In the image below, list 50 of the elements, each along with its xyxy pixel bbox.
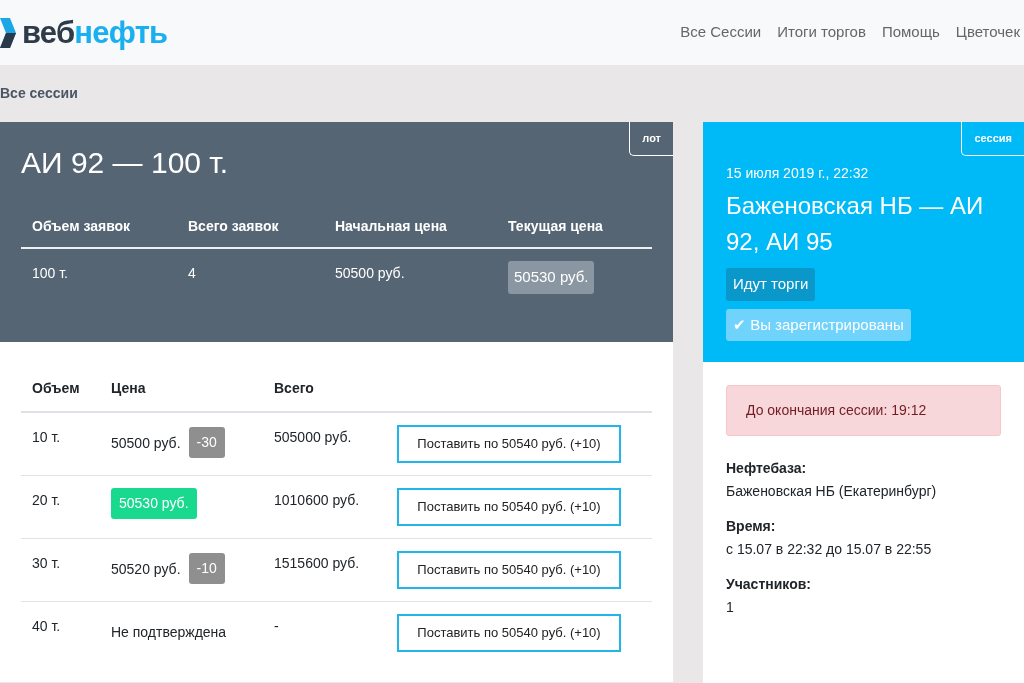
table-cell-text: 100 т.: [32, 264, 69, 283]
breadcrumb-link[interactable]: Все сессии: [0, 83, 78, 104]
table-cell-text: 50500 руб.: [111, 434, 181, 453]
nav-link[interactable]: Итоги торгов: [777, 21, 866, 44]
bid-button[interactable]: Поставить по 50540 руб. (+10): [397, 551, 621, 589]
detail-value: 1: [726, 598, 735, 617]
delta-badge: -30: [188, 427, 225, 458]
nav-link[interactable]: Помощь: [881, 21, 940, 44]
lot-title: АИ 92 — 100 т.: [21, 148, 230, 178]
table-cell-text: 50500 руб.: [335, 264, 406, 283]
bid-button[interactable]: Поставить по 50540 руб. (+10): [397, 488, 621, 526]
bid-button[interactable]: Поставить по 50540 руб. (+10): [397, 614, 621, 652]
countdown-alert: До окончания сессии: 19:12: [726, 385, 1001, 436]
logo-icon: [0, 17, 16, 48]
delta-badge: -10: [188, 553, 225, 584]
table-cell-text: 1010600 руб.: [274, 491, 361, 510]
session-tag: сессия: [961, 122, 1024, 156]
column-header: Объем: [32, 379, 81, 398]
table-cell-text: -: [274, 617, 280, 636]
table-cell-text: 1515600 руб.: [274, 554, 361, 573]
bid-button[interactable]: Поставить по 50540 руб. (+10): [397, 425, 621, 463]
column-header: Объем заявок: [32, 217, 132, 236]
table-cell-text: Не подтверждена: [111, 623, 227, 642]
price-badge: 50530 руб.: [508, 261, 595, 294]
registered-badge: ✔ Вы зарегистрированы: [726, 308, 911, 341]
table-cell-text: 10 т.: [32, 428, 62, 447]
table-cell-text: 505000 руб.: [274, 428, 353, 447]
status-badge: Идут торги: [726, 268, 816, 301]
column-header: Всего заявок: [188, 217, 280, 236]
logo-text[interactable]: вебнефть: [22, 17, 168, 48]
column-header: Всего: [274, 379, 315, 398]
detail-label: Участников:: [726, 575, 812, 594]
nav-link[interactable]: Цветочек: [955, 21, 1020, 44]
table-cell-text: 20 т.: [32, 491, 62, 510]
detail-value: с 15.07 в 22:32 до 15.07 в 22:55: [726, 540, 933, 559]
best-price-badge: 50530 руб.: [111, 488, 197, 519]
table-cell-text: 4: [188, 264, 197, 283]
table-cell-text: 30 т.: [32, 554, 62, 573]
session-date: 15 июля 2019 г., 22:32: [726, 164, 870, 183]
detail-label: Время:: [726, 517, 777, 536]
lot-tag: лот: [629, 122, 673, 156]
detail-label: Нефтебаза:: [726, 459, 808, 478]
column-header: Начальная цена: [335, 217, 448, 236]
table-cell-text: 50520 руб.: [111, 560, 181, 579]
table-cell-text: 40 т.: [32, 617, 62, 636]
detail-value: Баженовская НБ (Екатеринбург): [726, 482, 938, 501]
column-header: Текущая цена: [508, 217, 604, 236]
session-title: Баженовская НБ — АИ 92, АИ 95: [726, 191, 985, 257]
nav-link[interactable]: Все Сессии: [680, 21, 762, 44]
column-header: Цена: [111, 379, 147, 398]
